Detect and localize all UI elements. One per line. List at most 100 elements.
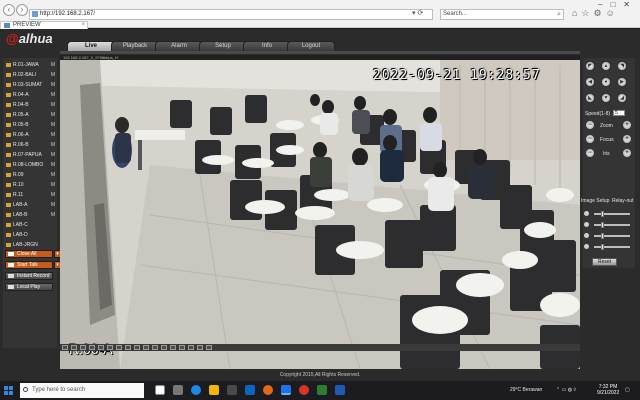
camera-item[interactable]: R.07-PAPUA M [3, 151, 57, 159]
camera-item[interactable]: R.01-JAWA M [3, 61, 57, 69]
taskbar-clock[interactable]: 7:32 PM 9/21/2022 [597, 384, 619, 396]
camera-item[interactable]: R.04-A M [3, 91, 57, 99]
camera-item[interactable]: R.08-LOMBO M [3, 161, 57, 169]
ptz-view-icon[interactable] [179, 345, 185, 350]
browser-search-input[interactable]: Search... ⌕ [440, 9, 564, 20]
forward-button[interactable]: › [16, 4, 28, 16]
zoom-icon[interactable] [134, 345, 140, 350]
zoom-out-button[interactable]: − [586, 121, 594, 129]
instant-record-button[interactable]: Instant Record [5, 272, 53, 280]
address-bar[interactable]: http://192.168.2.167/ [29, 9, 433, 20]
camera-item[interactable]: LAB-B M [3, 211, 57, 219]
speed-select[interactable]: 5 [613, 110, 625, 116]
camera-item[interactable]: R.04-B M [3, 101, 57, 109]
layout-9-icon[interactable] [80, 345, 86, 350]
camera-mode[interactable]: M [51, 131, 55, 139]
hue-knob[interactable] [601, 244, 605, 250]
contrast-knob[interactable] [601, 222, 605, 228]
audio-icon[interactable] [188, 345, 194, 350]
camera-mode[interactable]: M [51, 81, 55, 89]
camera-mode[interactable]: M [51, 61, 55, 69]
focus-in-button[interactable]: + [623, 135, 631, 143]
ptz-up-left-icon[interactable]: ◤ [586, 62, 594, 70]
start-talk-button[interactable]: Start Talk ▾ [5, 261, 61, 269]
saturation-slider[interactable] [584, 233, 634, 239]
layout-more-icon[interactable] [107, 345, 113, 350]
contrast-slider[interactable] [584, 222, 634, 228]
fullscreen-icon[interactable] [116, 345, 122, 350]
brightness-knob[interactable] [601, 211, 605, 217]
camera-mode[interactable]: M [51, 191, 55, 199]
stream-type-icon[interactable] [152, 345, 158, 350]
zoom-in-button[interactable]: + [623, 121, 631, 129]
smart-search-icon[interactable] [170, 345, 176, 350]
camera-item[interactable]: R.11 M [3, 191, 57, 199]
tab-close-icon[interactable]: × [81, 22, 85, 29]
camera-mode[interactable]: M [51, 161, 55, 169]
reset-button[interactable]: Reset [592, 258, 617, 266]
image-setup-tab[interactable]: Image Setup [581, 198, 609, 204]
browser-toolbar-icons[interactable]: ⌂☆⚙☺ [572, 8, 619, 19]
camera-item[interactable]: R.05-A M [3, 111, 57, 119]
chrome-icon[interactable] [299, 385, 309, 395]
camera-item[interactable]: R.06-B M [3, 141, 57, 149]
widgets-icon[interactable] [173, 385, 183, 395]
ptz-right-icon[interactable]: ▶ [618, 78, 626, 86]
back-button[interactable]: ‹ [3, 4, 15, 16]
window-controls[interactable]: –□✕ [598, 0, 638, 9]
camera-mode[interactable]: M [51, 201, 55, 209]
layout-1-icon[interactable] [62, 345, 68, 350]
camera-item[interactable]: R.06-A M [3, 131, 57, 139]
camera-mode[interactable]: M [51, 91, 55, 99]
camera-mode[interactable]: M [51, 111, 55, 119]
focus-out-button[interactable]: − [586, 135, 594, 143]
edge-icon[interactable] [191, 385, 201, 395]
camera-mode[interactable]: M [51, 141, 55, 149]
file-explorer-icon[interactable] [209, 385, 219, 395]
ptz-up-icon[interactable]: ▲ [602, 62, 610, 70]
iris-open-button[interactable]: + [623, 149, 631, 157]
local-play-button[interactable]: Local Play [5, 283, 53, 291]
saturation-knob[interactable] [601, 233, 605, 239]
camera-mode[interactable]: M [51, 171, 55, 179]
taskbar-search-input[interactable]: Type here to search [20, 383, 144, 398]
address-refresh-icon[interactable]: ▾ ⟳ [412, 9, 423, 19]
close-all-button[interactable]: Close All ▾ [5, 250, 61, 258]
tray-icons[interactable]: ⌃ ▭ ◍ ◊ [556, 381, 576, 400]
ptz-down-left-icon[interactable]: ◣ [586, 94, 594, 102]
browser-tab[interactable]: PREVIEW × [0, 21, 88, 29]
ratio-icon[interactable] [143, 345, 149, 350]
weather-text[interactable]: 29°C Berawan [510, 381, 542, 400]
camera-item[interactable]: R.05-B M [3, 121, 57, 129]
camera-item[interactable]: LAB-A M [3, 201, 57, 209]
mail-icon[interactable] [245, 385, 255, 395]
layout-4-icon[interactable] [71, 345, 77, 350]
snapshot-icon[interactable] [125, 345, 131, 350]
camera-item[interactable]: R.03-SUMAT M [3, 81, 57, 89]
camera-item[interactable]: R.10 M [3, 181, 57, 189]
camera-mode[interactable]: M [51, 211, 55, 219]
windows-start-icon[interactable] [4, 386, 13, 395]
hue-slider[interactable] [584, 244, 634, 250]
camera-mode[interactable]: M [51, 121, 55, 129]
camera-mode[interactable]: M [51, 181, 55, 189]
ptz-down-icon[interactable]: ▼ [602, 94, 610, 102]
ptz-down-right-icon[interactable]: ◢ [618, 94, 626, 102]
word-icon[interactable] [335, 385, 345, 395]
camera-mode[interactable]: M [51, 151, 55, 159]
brightness-slider[interactable] [584, 211, 634, 217]
layout-custom-icon[interactable] [98, 345, 104, 350]
excel-icon[interactable] [317, 385, 327, 395]
iris-close-button[interactable]: − [586, 149, 594, 157]
firefox-icon[interactable] [263, 385, 273, 395]
settings-icon[interactable] [206, 345, 212, 350]
internet-explorer-icon[interactable] [281, 385, 291, 395]
store-icon[interactable] [227, 385, 237, 395]
ptz-up-right-icon[interactable]: ◥ [618, 62, 626, 70]
notification-icon[interactable]: ▢ [625, 381, 630, 400]
camera-mode[interactable]: M [51, 101, 55, 109]
camera-item[interactable]: R.02-BALI M [3, 71, 57, 79]
search-icon[interactable]: ⌕ [557, 10, 561, 19]
record-toggle-icon[interactable] [197, 345, 203, 350]
live-video-view[interactable]: 192.168.2.167_0_9798kbps_H 2022-09-21 19… [60, 55, 580, 369]
